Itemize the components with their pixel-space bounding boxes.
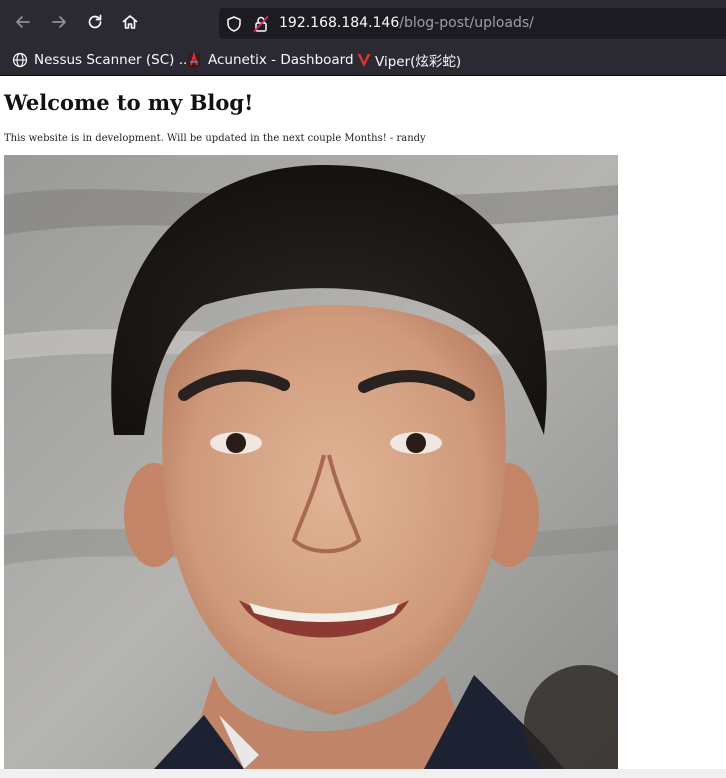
portrait-image [4, 155, 618, 769]
address-bar[interactable]: 192.168.184.146/blog-post/uploads/ [219, 8, 726, 39]
insecure-lock-icon[interactable] [252, 15, 270, 33]
url-text[interactable]: 192.168.184.146/blog-post/uploads/ [279, 8, 534, 39]
bookmarks-bar: Nessus Scanner (SC) ... Acunetix - Dashb… [0, 44, 726, 76]
url-host: 192.168.184.146 [279, 15, 400, 31]
acunetix-icon [188, 52, 200, 67]
browser-toolbar: 192.168.184.146/blog-post/uploads/ [0, 0, 726, 44]
page-content: Welcome to my Blog! This website is in d… [0, 76, 726, 778]
bookmark-acunetix[interactable]: Acunetix - Dashboard [186, 44, 354, 76]
home-button[interactable] [116, 8, 144, 36]
horizontal-scrollbar[interactable] [0, 769, 726, 778]
arrow-left-icon [16, 16, 30, 28]
home-icon [122, 15, 138, 29]
page-note: This website is in development. Will be … [4, 133, 426, 144]
back-button[interactable] [9, 8, 37, 36]
arrow-right-icon [52, 16, 66, 28]
bookmark-viper[interactable]: Viper(炫彩蛇) [356, 44, 461, 76]
page-title: Welcome to my Blog! [4, 90, 254, 115]
bookmark-label: Nessus Scanner (SC) ... [34, 52, 192, 68]
bookmark-label: Acunetix - Dashboard [208, 52, 354, 68]
portrait-illustration [4, 155, 618, 769]
forward-button[interactable] [45, 8, 73, 36]
url-path: /blog-post/uploads/ [399, 15, 534, 31]
reload-icon [88, 14, 102, 29]
bookmark-label: Viper(炫彩蛇) [375, 54, 462, 70]
shield-icon[interactable] [225, 15, 243, 33]
reload-button[interactable] [81, 8, 109, 36]
globe-icon [12, 52, 28, 68]
bookmark-nessus[interactable]: Nessus Scanner (SC) ... [12, 44, 192, 76]
viper-icon [357, 54, 371, 67]
